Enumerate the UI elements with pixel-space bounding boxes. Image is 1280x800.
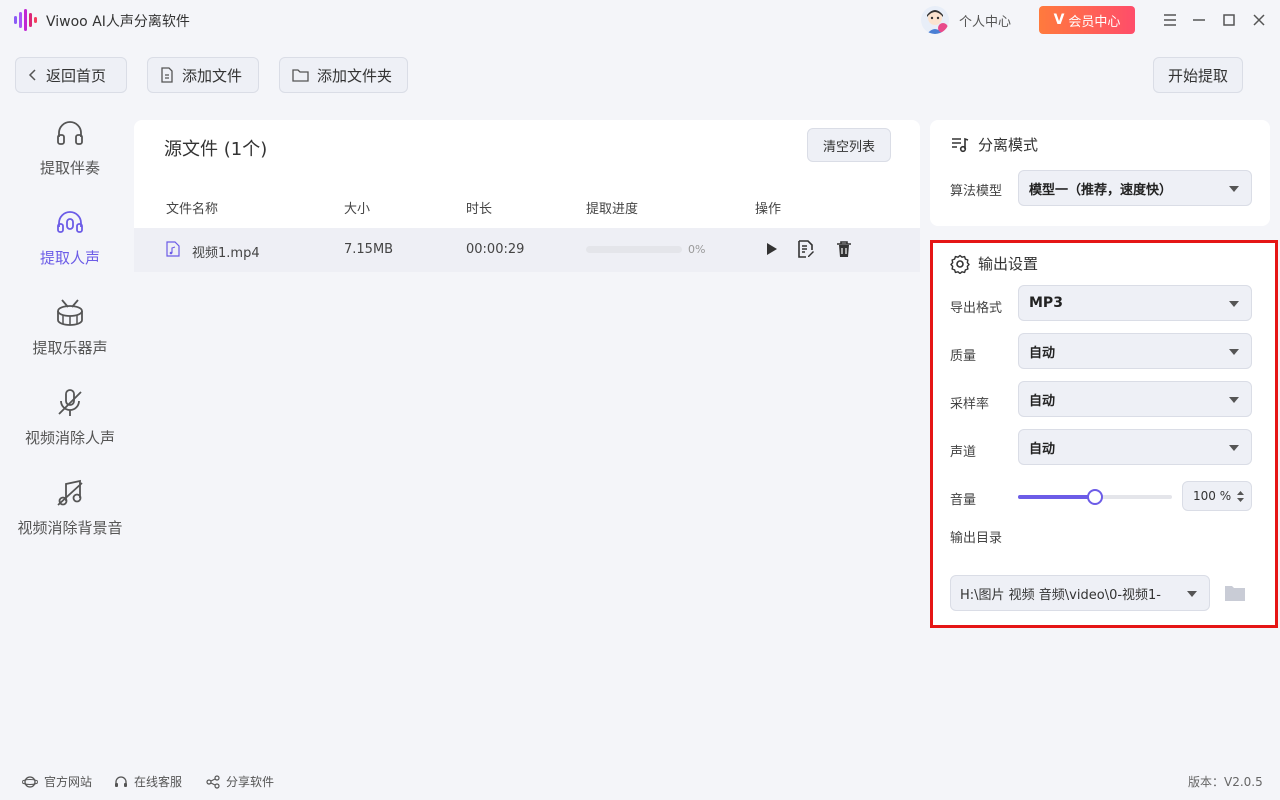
close-button[interactable] [1249, 10, 1269, 30]
file-name: 视频1.mp4 [192, 246, 260, 261]
file-size: 7.15MB [344, 242, 394, 257]
channel-label: 声道 [950, 445, 977, 460]
music-list-icon [952, 137, 969, 152]
official-site-link[interactable]: 官方网站 [22, 773, 92, 790]
channel-select[interactable]: 自动 [1018, 429, 1252, 465]
column-header-actions: 操作 [755, 202, 782, 217]
maximize-button[interactable] [1219, 10, 1239, 30]
headphones-icon [57, 121, 83, 145]
mic-off-icon [58, 389, 82, 416]
chevron-down-icon [1229, 349, 1239, 355]
sidebar-item-video-remove-vocals[interactable]: 视频消除人声 [0, 387, 140, 448]
file-list-header: 源文件 (1个) 清空列表 文件名称 大小 时长 提取进度 操作 [134, 120, 920, 228]
avatar-icon [927, 10, 948, 34]
chevron-down-icon [1229, 445, 1239, 451]
avatar[interactable] [921, 6, 949, 34]
sidebar-item-extract-instruments[interactable]: 提取乐器声 [0, 297, 140, 358]
format-label: 导出格式 [950, 301, 1003, 316]
progress-text: 0% [688, 243, 706, 256]
up-down-arrows-icon [1237, 491, 1244, 502]
output-dir-label: 输出目录 [950, 531, 1003, 546]
planet-icon [22, 775, 38, 788]
online-service-link[interactable]: 在线客服 [114, 773, 182, 790]
start-extract-button[interactable]: 开始提取 [1153, 57, 1243, 93]
source-files-title: 源文件 (1个) [164, 139, 268, 160]
progress-bar [586, 246, 682, 253]
trash-icon[interactable] [835, 240, 853, 258]
clear-list-button[interactable]: 清空列表 [807, 128, 891, 162]
separation-mode-card: 分离模式 算法模型 模型一（推荐，速度快） [930, 120, 1270, 226]
drum-icon [57, 299, 83, 326]
chevron-down-icon [1229, 397, 1239, 403]
add-folder-button[interactable]: 添加文件夹 [279, 57, 408, 93]
volume-slider-handle[interactable] [1087, 489, 1103, 505]
volume-slider[interactable] [1018, 489, 1172, 505]
music-off-icon [57, 479, 83, 506]
output-settings-title: 输出设置 [950, 253, 1038, 274]
volume-label: 音量 [950, 493, 977, 508]
back-home-button[interactable]: 返回首页 [15, 57, 127, 93]
vip-label: 会员中心 [1068, 14, 1121, 30]
menu-button[interactable] [1160, 10, 1180, 30]
model-label: 算法模型 [950, 184, 1003, 199]
chevron-down-icon [1229, 186, 1239, 192]
minimize-icon [1193, 19, 1205, 21]
share-software-link[interactable]: 分享软件 [206, 773, 274, 790]
column-header-progress: 提取进度 [586, 202, 639, 217]
app-title: Viwoo AI人声分离软件 [46, 14, 190, 30]
folder-open-icon[interactable] [1224, 584, 1246, 602]
sidebar-item-extract-accompaniment[interactable]: 提取伴奏 [0, 117, 140, 178]
gear-icon [950, 254, 970, 274]
chevron-down-icon [1187, 591, 1197, 597]
file-icon [161, 67, 173, 83]
sidebar-item-extract-vocals[interactable]: 提取人声 [0, 207, 140, 268]
sample-rate-select[interactable]: 自动 [1018, 381, 1252, 417]
sample-rate-label: 采样率 [950, 397, 990, 412]
column-header-size: 大小 [344, 202, 371, 217]
chevron-down-icon [1229, 301, 1239, 307]
column-header-name: 文件名称 [166, 202, 219, 217]
model-select[interactable]: 模型一（推荐，速度快） [1018, 170, 1252, 206]
quality-select[interactable]: 自动 [1018, 333, 1252, 369]
quality-label: 质量 [950, 349, 977, 364]
separation-mode-title: 分离模式 [950, 134, 1038, 155]
table-row[interactable]: 视频1.mp4 7.15MB 00:00:29 0% [134, 228, 920, 272]
music-file-icon [166, 241, 180, 257]
title-bar: Viwoo AI人声分离软件 个人中心 V 会员中心 [0, 0, 1280, 40]
minimize-button[interactable] [1189, 10, 1209, 30]
file-list-panel: 源文件 (1个) 清空列表 文件名称 大小 时长 提取进度 操作 视频1.mp4… [134, 120, 920, 760]
sidebar-item-video-remove-background[interactable]: 视频消除背景音 [0, 477, 140, 538]
user-center-link[interactable]: 个人中心 [959, 11, 1011, 30]
play-icon[interactable] [762, 240, 780, 258]
output-dir-select[interactable]: H:\图片 视频 音频\video\0-视频1- [950, 575, 1210, 611]
format-select[interactable]: MP3 [1018, 285, 1252, 321]
headset-mic-icon [57, 211, 83, 233]
volume-slider-fill [1018, 495, 1095, 499]
share-icon [206, 774, 220, 789]
volume-stepper[interactable]: 100 % [1182, 481, 1252, 511]
file-duration: 00:00:29 [466, 242, 525, 257]
add-file-button[interactable]: 添加文件 [147, 57, 259, 93]
column-header-duration: 时长 [466, 202, 493, 217]
folder-icon [292, 69, 309, 82]
vip-center-button[interactable]: V 会员中心 [1039, 6, 1135, 34]
version-text: 版本：V2.0.5 [1188, 775, 1263, 789]
app-logo-icon [14, 9, 37, 31]
edit-file-icon[interactable] [797, 240, 815, 258]
headset-icon [115, 775, 127, 787]
maximize-icon [1223, 14, 1235, 26]
chevron-left-icon [28, 69, 36, 81]
close-icon [1253, 14, 1265, 26]
output-settings-card: 输出设置 导出格式 MP3 质量 自动 采样率 自动 声道 自动 音量 100 … [930, 240, 1278, 628]
hamburger-icon [1164, 14, 1176, 26]
vip-icon: V [1053, 12, 1065, 28]
